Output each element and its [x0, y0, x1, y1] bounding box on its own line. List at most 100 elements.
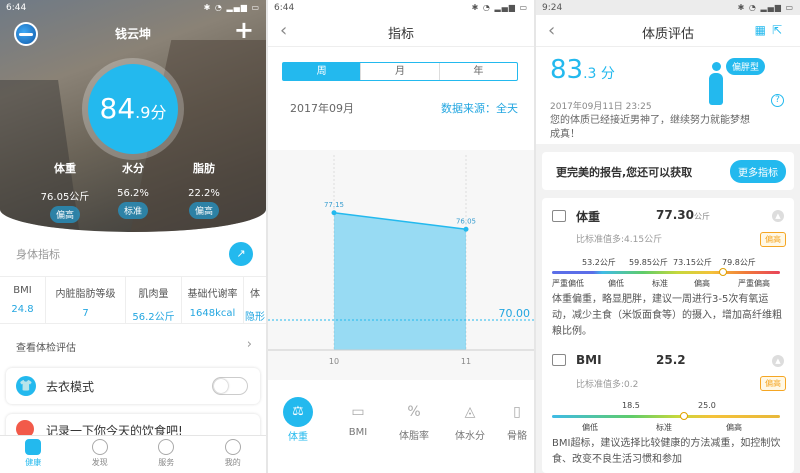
metric-weight[interactable]: 体重 76.05公斤 偏高	[35, 160, 95, 223]
score-decimal: .3 分	[583, 66, 615, 82]
scale-level: 严重偏高	[738, 279, 770, 288]
scale-tick: 25.0	[698, 401, 716, 410]
bmi-diff: 比标准值多:0.2	[576, 380, 639, 390]
tab-label: 健康	[25, 458, 42, 467]
tab-label: 发现	[91, 458, 108, 467]
metric-tab-label: 体重	[288, 432, 308, 443]
bmi-status-badge: 偏高	[760, 376, 786, 391]
scale-tick: 79.8公斤	[722, 258, 756, 267]
body-type-badge: 偏胖型	[726, 58, 766, 75]
metric-fat[interactable]: 脂肪 22.2% 偏高	[174, 160, 234, 219]
share-icon[interactable]: ⇱	[772, 23, 788, 37]
tab-discover[interactable]: 发现	[67, 436, 134, 473]
exam-report-link[interactable]: 查看体检评估 ›	[16, 337, 252, 354]
metric-water[interactable]: 水分 56.2% 标准	[103, 160, 163, 219]
x-tick-label: 10	[329, 357, 339, 366]
more-indicators-button[interactable]: 更多指标	[730, 160, 786, 183]
index-value: 1648kcal	[189, 308, 236, 319]
status-time: 6:44	[274, 2, 295, 13]
help-icon[interactable]: ?	[771, 94, 784, 107]
index-header: 内脏脂肪等级	[55, 289, 116, 300]
scale-level: 偏高	[694, 279, 710, 288]
heart-icon	[158, 439, 175, 455]
tab-service[interactable]: 服务	[133, 436, 200, 473]
index-bmi[interactable]: BMI 24.8	[0, 277, 46, 323]
index-value: 7	[82, 308, 89, 319]
metric-tab-label: 体脂率	[399, 431, 429, 442]
assessment-date: 2017年09月11日 23:25	[550, 102, 652, 112]
weight-status-badge: 偏高	[760, 232, 786, 247]
scale-icon: ⚖	[283, 397, 313, 427]
data-label: 77.15	[324, 201, 344, 209]
metric-tab-body-fat[interactable]: % 体脂率	[388, 395, 440, 445]
percent-icon: %	[407, 404, 421, 420]
nav-bar: ‹ 体质评估 ▦⇱	[536, 15, 800, 47]
status-bar: 6:44 ✱ ◔ ▂▄▆ ▭	[268, 0, 534, 15]
status-time: 6:44	[6, 2, 27, 13]
index-header: 基础代谢率	[187, 289, 238, 300]
indicator-details-card: 体重 77.30公斤 ▲ 比标准值多:4.15公斤 偏高 53.2公斤 59.8…	[542, 198, 794, 473]
health-score[interactable]: 84.9分	[88, 64, 178, 154]
index-header: 肌肉量	[138, 289, 169, 300]
tab-label: 服务	[158, 458, 175, 467]
bottom-tab-bar: 健康 发现 服务 我的	[0, 435, 266, 473]
ruler-icon: ▭	[351, 404, 365, 420]
undress-mode-toggle[interactable]	[212, 377, 248, 395]
tab-health[interactable]: 健康	[0, 436, 67, 473]
collapse-icon[interactable]: ▲	[772, 210, 784, 222]
shirt-icon: 👕	[16, 376, 36, 396]
add-icon[interactable]: +	[234, 18, 254, 42]
metric-tab-bone[interactable]: ▯ 骨骼	[500, 395, 534, 445]
metric-tab-label: BMI	[348, 427, 368, 438]
bmi-marker	[680, 412, 689, 420]
metric-tab-bmi[interactable]: ▭ BMI	[328, 395, 388, 445]
segment-year[interactable]: 年	[438, 63, 517, 80]
scale-tick: 73.15公斤	[673, 258, 712, 267]
scale-level: 偏低	[608, 279, 624, 288]
tab-label: 我的	[224, 458, 241, 467]
scale-level: 偏低	[582, 423, 598, 432]
metric-tag: 偏高	[188, 202, 219, 219]
bmi-advice: BMI超标，建议选择比较健康的方法减重，如控制饮食、改变不良生活习惯和参加	[552, 438, 781, 465]
shield-icon	[25, 439, 42, 455]
qr-code-icon[interactable]: ▦	[755, 23, 772, 37]
bone-icon: ▯	[513, 404, 521, 420]
status-bar: 6:44 ✱ ◔ ▂▄▆ ▭	[0, 0, 266, 15]
more-report-banner: 更完美的报告,您还可以获取 更多指标	[542, 152, 794, 190]
username: 钱云坤	[114, 27, 151, 41]
body-index-row: BMI 24.8 内脏脂肪等级 7 肌肉量 56.2公斤 基础代谢率 1648k…	[0, 276, 266, 324]
metric-selector: ⚖ 体重 ▭ BMI % 体脂率 ◬ 体水分 ▯ 骨骼	[268, 395, 534, 445]
tab-me[interactable]: 我的	[200, 436, 267, 473]
collapse-icon[interactable]: ▲	[772, 355, 784, 367]
chevron-right-icon: ›	[246, 337, 252, 352]
index-more[interactable]: 体 隐形	[244, 277, 266, 323]
segment-week[interactable]: 周	[283, 63, 361, 80]
metric-value: 22.2%	[188, 188, 220, 199]
metric-tab-label: 骨骼	[507, 431, 527, 442]
section-title: 身体指标	[16, 248, 60, 261]
index-bmr[interactable]: 基础代谢率 1648kcal	[182, 277, 244, 323]
page-title: 指标	[387, 27, 414, 42]
score-integer: 84	[99, 92, 136, 125]
index-value: 24.8	[11, 304, 34, 315]
weight-title: 体重	[576, 210, 601, 224]
scale-level: 标准	[656, 423, 672, 432]
body-assessment-screen: 9:24 ✱ ◔ ▂▄▆ ▭ ‹ 体质评估 ▦⇱ 83.3 分 偏胖型 ? 20…	[536, 0, 800, 473]
indicator-screen: 6:44 ✱ ◔ ▂▄▆ ▭ ‹ 指标 周 月 年 2017年09月 数据来源：…	[268, 0, 534, 473]
metric-label: 脂肪	[193, 162, 215, 175]
metric-tab-water[interactable]: ◬ 体水分	[440, 395, 500, 445]
index-muscle[interactable]: 肌肉量 56.2公斤	[126, 277, 182, 323]
segment-month[interactable]: 月	[360, 63, 438, 80]
promo-text: 更完美的报告,您还可以获取	[556, 166, 693, 179]
metric-tab-weight[interactable]: ⚖ 体重	[268, 395, 328, 445]
droplet-icon: ◬	[464, 404, 476, 420]
weight-trend-chart: 77.15 76.05 70.00 10 11	[268, 155, 534, 366]
trend-chart-icon[interactable]: ↗	[229, 242, 253, 266]
person-icon	[224, 439, 241, 455]
data-source-selector[interactable]: 数据来源：全天	[441, 100, 518, 116]
weight-marker	[719, 268, 727, 276]
header-actions: ▦⇱	[755, 23, 788, 37]
index-value: 隐形	[245, 312, 265, 323]
index-header: BMI	[13, 285, 32, 296]
index-visceral-fat[interactable]: 内脏脂肪等级 7	[46, 277, 126, 323]
